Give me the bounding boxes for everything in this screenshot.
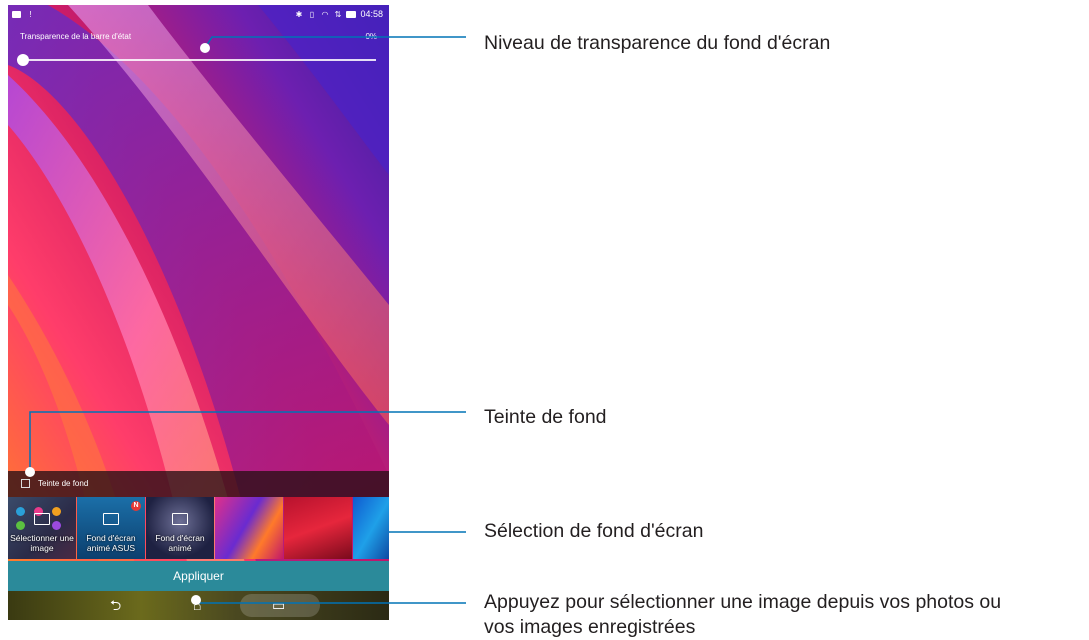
callout-tap-line2: vos images enregistrées [484,616,696,638]
slider-thumb[interactable] [17,54,29,66]
wallpaper-thumb[interactable] [284,497,352,559]
new-badge: N [131,501,141,511]
callout-tap-line1: Appuyez pour sélectionner une image depu… [484,591,1002,613]
live-wallpaper-icon [172,513,188,525]
live-wallpaper-icon [103,513,119,525]
asus-live-wallpaper-thumb[interactable]: N Fond d'écran animé ASUS [77,497,145,559]
wallpaper-thumb[interactable] [353,497,389,559]
tint-label: Teinte de fond [38,479,89,488]
wallpaper-selector: Sélectionner une image N Fond d'écran an… [8,497,389,559]
image-picker-icon [34,513,50,525]
thumb-caption: Fond d'écran animé [155,533,205,553]
thumb-caption: Sélectionner une image [10,533,74,553]
bluetooth-icon: ✱ [295,9,303,19]
transparency-label: Transparence de la barre d'état [20,32,132,41]
back-icon[interactable]: ⮌ [110,597,121,613]
tint-checkbox[interactable] [21,479,30,488]
transparency-value: 0% [365,32,377,41]
transparency-slider[interactable] [17,54,376,66]
select-image-thumb[interactable]: Sélectionner une image [8,497,76,559]
callout-tint: Teinte de fond [484,406,607,428]
vibrate-icon: ▯ [309,9,315,19]
alert-icon: ! [29,10,32,19]
wifi-icon: ◠ [321,9,329,19]
home-icon[interactable]: ⌂ [193,597,201,613]
tablet-screen: ! ✱ ▯ ◠ ⇅ 04:58 Transparence de la barre… [8,5,389,620]
data-icon: ⇅ [334,9,342,19]
navigation-bar: ⮌ ⌂ ▭ [8,591,389,620]
image-notification-icon [12,11,21,18]
thumb-caption: Fond d'écran animé ASUS [86,533,136,553]
tint-row[interactable]: Teinte de fond [8,471,389,497]
battery-icon [346,10,357,18]
slider-track[interactable] [22,59,376,61]
recent-apps-icon[interactable]: ▭ [272,597,285,613]
status-time: 04:58 [360,9,383,19]
status-bar: ! ✱ ▯ ◠ ⇅ 04:58 [8,5,389,25]
apply-button[interactable]: Appliquer [8,561,389,591]
callout-selection: Sélection de fond d'écran [484,520,704,542]
live-wallpaper-thumb[interactable]: Fond d'écran animé [146,497,214,559]
wallpaper-thumb[interactable] [215,497,283,559]
callout-transparency: Niveau de transparence du fond d'écran [484,32,831,54]
